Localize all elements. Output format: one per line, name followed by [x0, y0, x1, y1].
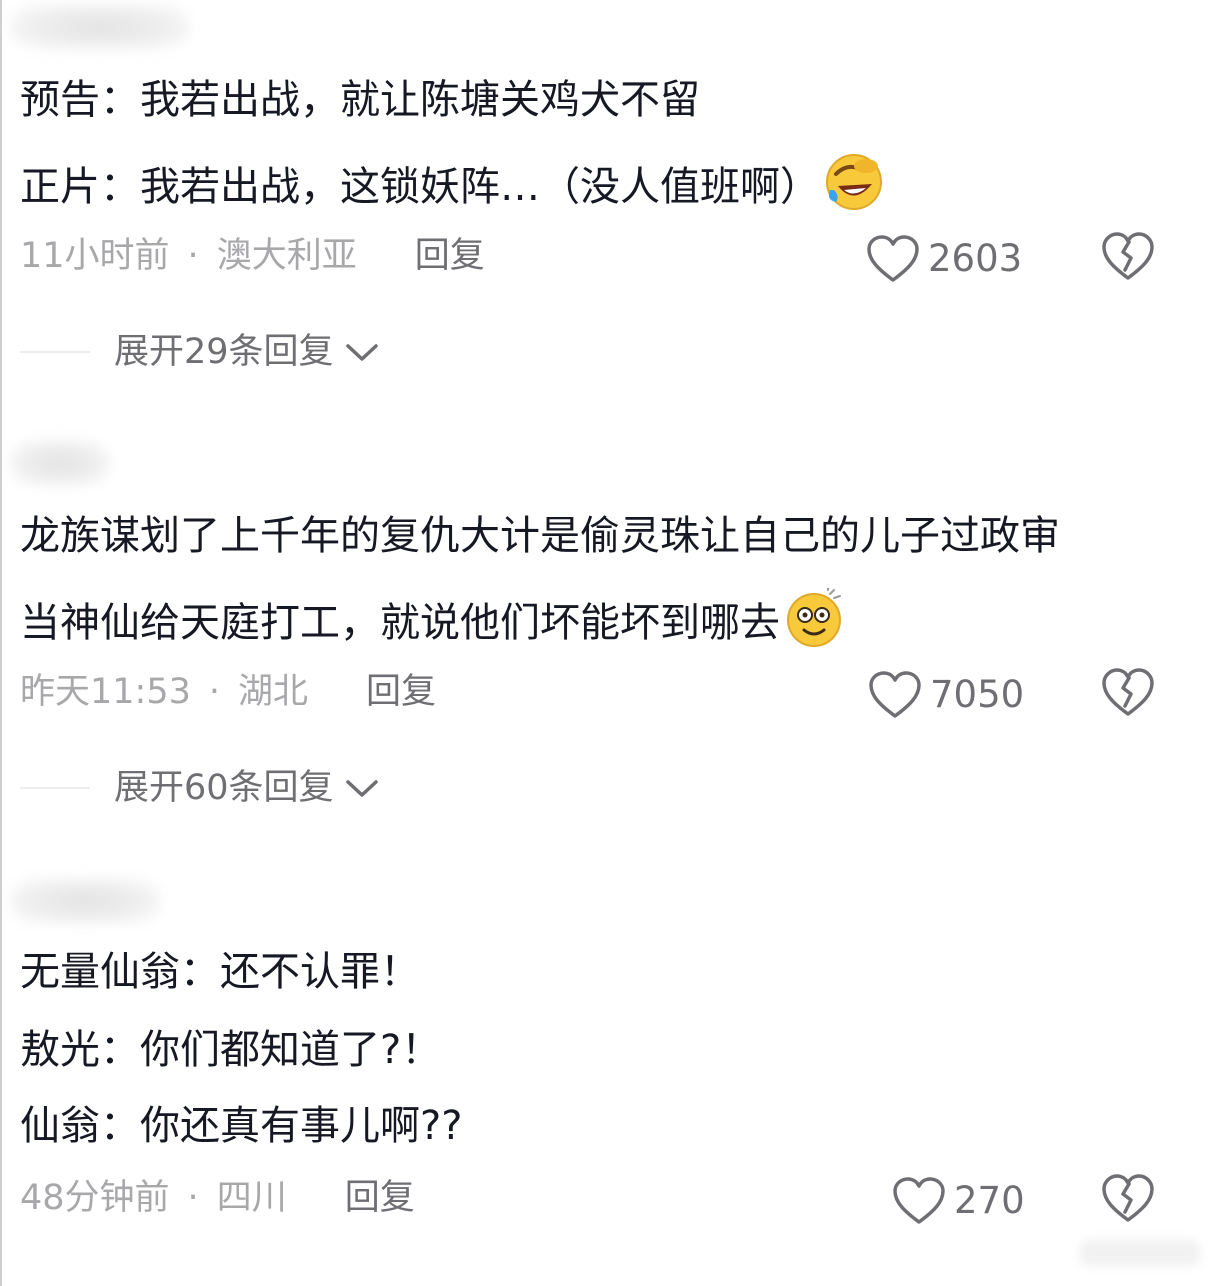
meta-separator: · [187, 1178, 199, 1218]
comment-text-line-1: 龙族谋划了上千年的复仇大计是偷灵珠让自己的儿子过政审 [20, 513, 1060, 559]
comment-location: 四川 [216, 1178, 287, 1218]
heart-icon [867, 235, 919, 282]
reply-button[interactable]: 回复 [415, 236, 485, 276]
like-button[interactable]: 2603 [866, 234, 1022, 284]
comment-time: 11小时前 [20, 236, 170, 276]
like-count: 7050 [930, 673, 1025, 716]
expand-replies-button[interactable]: 展开29条回复 [20, 330, 380, 374]
heart-icon [869, 671, 921, 718]
watermark [1080, 1240, 1200, 1266]
like-count: 2603 [928, 237, 1023, 280]
comment-text-line-2: 敖光：你们都知道了?！ [20, 1027, 442, 1073]
broken-heart-icon[interactable] [1100, 666, 1156, 718]
comment-text-line-2: 正片：我若出战，这锁妖阵…（没人值班啊） [20, 152, 884, 213]
left-edge [0, 0, 2, 1286]
like-button[interactable]: 7050 [868, 670, 1024, 720]
avatar[interactable] [10, 440, 110, 486]
chevron-down-icon [345, 344, 378, 361]
rolling-on-floor-laughing-emoji-icon [826, 154, 882, 210]
comment-location: 湖北 [238, 672, 309, 712]
expand-replies-label: 展开29条回复 [114, 332, 334, 372]
comment-text-line-3: 仙翁：你还真有事儿啊?? [20, 1103, 463, 1149]
meta-separator: · [208, 672, 221, 712]
meta-separator: · [187, 236, 199, 276]
broken-heart-icon[interactable] [1100, 230, 1156, 282]
avatar[interactable] [10, 4, 190, 50]
comment-time: 昨天11:53 [20, 672, 191, 712]
expand-divider [20, 787, 90, 789]
chevron-down-icon [345, 780, 378, 797]
expand-replies-label: 展开60条回复 [114, 768, 334, 808]
comment-text-line-1: 预告：我若出战，就让陈塘关鸡犬不留 [20, 77, 700, 123]
reply-button[interactable]: 回复 [366, 672, 436, 712]
reply-button[interactable]: 回复 [345, 1178, 415, 1218]
expand-replies-button[interactable]: 展开60条回复 [20, 766, 380, 810]
comment-meta: 48分钟前 · 四川 回复 [20, 1176, 415, 1220]
avatar[interactable] [10, 878, 160, 924]
comment-text-line-2: 当神仙给天庭打工，就说他们坏能坏到哪去 [20, 588, 844, 649]
comment-meta: 11小时前 · 澳大利亚 回复 [20, 234, 485, 278]
like-button[interactable]: 270 [892, 1176, 1025, 1226]
comment-text: 正片：我若出战，这锁妖阵…（没人值班啊） [20, 164, 820, 210]
dizzy-smiling-emoji-icon [787, 588, 841, 647]
comment-time: 48分钟前 [20, 1178, 170, 1218]
broken-heart-icon[interactable] [1100, 1172, 1156, 1224]
comment-location: 澳大利亚 [216, 236, 357, 276]
comment-text-line-1: 无量仙翁：还不认罪！ [20, 949, 420, 995]
comment-text: 当神仙给天庭打工，就说他们坏能坏到哪去 [20, 600, 780, 646]
expand-divider [20, 351, 90, 353]
comment-meta: 昨天11:53 · 湖北 回复 [20, 670, 436, 714]
like-count: 270 [954, 1179, 1025, 1222]
heart-icon [893, 1177, 945, 1224]
